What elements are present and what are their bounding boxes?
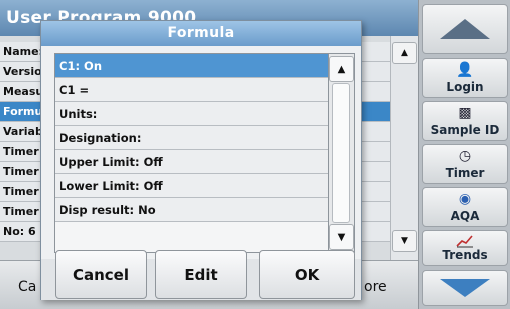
sample-id-button[interactable]: ▩ Sample ID	[422, 101, 508, 141]
list-item[interactable]: Upper Limit: Off	[55, 150, 328, 174]
scroll-up-icon[interactable]: ▲	[392, 42, 417, 64]
dialog-title: Formula	[41, 21, 361, 46]
list-item[interactable]: Units:	[55, 102, 328, 126]
dialog-scrollbar[interactable]: ▲ ▼	[329, 53, 355, 253]
formula-dialog: Formula C1: On C1 = Units: Designation: …	[40, 20, 362, 300]
aqa-label: AQA	[450, 209, 480, 223]
list-item[interactable]: C1 =	[55, 78, 328, 102]
sample-jar-icon: ▩	[458, 105, 472, 121]
login-label: Login	[446, 80, 484, 94]
sample-id-label: Sample ID	[430, 123, 500, 137]
background-scrollbar[interactable]: ▲ ▼	[390, 36, 418, 260]
timer-icon: ◷	[458, 148, 472, 164]
login-button[interactable]: 👤 Login	[422, 58, 508, 98]
scroll-down-icon[interactable]: ▼	[392, 230, 417, 252]
edit-button[interactable]: Edit	[155, 250, 247, 299]
timer-label: Timer	[445, 166, 485, 180]
formula-options-list: C1: On C1 = Units: Designation: Upper Li…	[54, 53, 329, 253]
sidebar: 👤 Login ▩ Sample ID ◷ Timer ◉ AQA Trends	[418, 0, 510, 309]
background-store-button[interactable]: ore	[364, 279, 387, 295]
trends-label: Trends	[442, 248, 488, 262]
aqa-icon: ◉	[458, 191, 472, 207]
list-item[interactable]: Lower Limit: Off	[55, 174, 328, 198]
scroll-thumb[interactable]	[332, 83, 350, 223]
scroll-down-button[interactable]	[422, 270, 508, 306]
ok-button[interactable]: OK	[259, 250, 355, 299]
triangle-down-icon	[440, 279, 490, 297]
scroll-up-icon[interactable]: ▲	[329, 56, 354, 82]
trend-chart-icon	[456, 235, 473, 248]
triangle-up-icon	[440, 19, 490, 39]
list-item-selected[interactable]: C1: On	[55, 54, 328, 78]
person-icon: 👤	[456, 62, 474, 78]
background-cancel-button[interactable]: Ca	[18, 279, 36, 295]
cancel-button[interactable]: Cancel	[55, 250, 147, 299]
scroll-up-button[interactable]	[422, 4, 508, 54]
timer-button[interactable]: ◷ Timer	[422, 144, 508, 184]
list-item[interactable]: Designation:	[55, 126, 328, 150]
list-item[interactable]: Disp result: No	[55, 198, 328, 222]
aqa-button[interactable]: ◉ AQA	[422, 187, 508, 227]
trends-button[interactable]: Trends	[422, 230, 508, 266]
scroll-down-icon[interactable]: ▼	[329, 224, 354, 250]
